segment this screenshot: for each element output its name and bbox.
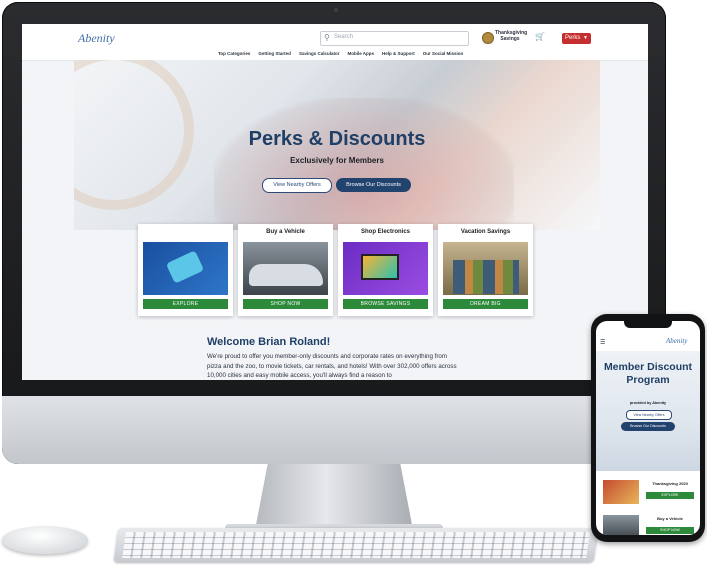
keyboard xyxy=(113,528,599,562)
card-image xyxy=(143,242,228,295)
cart-icon[interactable]: 🛒 xyxy=(535,32,545,41)
nav-help-support[interactable]: Help & Support xyxy=(382,51,415,59)
perks-label: Perks xyxy=(565,35,581,41)
hero-title: Perks & Discounts xyxy=(248,128,426,150)
site-logo[interactable]: Abenity xyxy=(78,31,115,46)
browse-discounts-button[interactable]: Browse Our Discounts xyxy=(336,178,411,192)
dream-big-button[interactable]: DREAM BIG xyxy=(443,299,528,309)
phone-logo[interactable]: Abenity xyxy=(666,337,687,345)
feature-cards: EXPLORE Buy a Vehicle SHOP NOW Shop Elec… xyxy=(138,224,534,318)
view-nearby-offers-button[interactable]: View Nearby Offers xyxy=(262,178,332,193)
smartphone: ☰ Abenity Member Discount Program provid… xyxy=(591,314,705,542)
phone-view-nearby-button[interactable]: View Nearby Offers xyxy=(626,410,672,420)
shop-now-button[interactable]: SHOP NOW xyxy=(243,299,328,309)
card-electronics[interactable]: Shop Electronics BROWSE SAVINGS xyxy=(338,224,433,316)
hero-subtitle: Exclusively for Members xyxy=(290,156,384,165)
nav-mobile-apps[interactable]: Mobile Apps xyxy=(347,51,374,59)
phone-card-title: Buy a Vehicle xyxy=(657,516,683,521)
hero-banner: Perks & Discounts Exclusively for Member… xyxy=(74,60,600,230)
nav-top-categories[interactable]: Top Categories xyxy=(218,51,250,59)
camera xyxy=(334,8,338,12)
browse-savings-button[interactable]: BROWSE SAVINGS xyxy=(343,299,428,309)
chevron-down-icon: ▼ xyxy=(583,35,588,41)
imac-monitor: Abenity ⚲ Search Thanksgiving Savings 🛒 … xyxy=(2,2,666,464)
hamburger-menu-icon[interactable]: ☰ xyxy=(600,339,605,346)
mouse xyxy=(2,526,88,554)
site-header: Abenity ⚲ Search Thanksgiving Savings 🛒 … xyxy=(22,24,648,61)
phone-shop-now-button[interactable]: SHOP NOW xyxy=(646,527,694,534)
thanksgiving-image xyxy=(603,480,639,504)
card-buy-vehicle[interactable]: Buy a Vehicle SHOP NOW xyxy=(238,224,333,316)
phone-title: Member Discount Program xyxy=(603,361,693,386)
search-icon: ⚲ xyxy=(324,33,330,42)
phone-card-title: Thanksgiving 2020 xyxy=(652,481,688,486)
card-title: Buy a Vehicle xyxy=(266,229,305,235)
perks-dropdown[interactable]: Perks ▼ xyxy=(562,33,591,44)
promo-link[interactable]: Thanksgiving Savings xyxy=(495,30,527,42)
vehicle-image xyxy=(603,515,639,535)
nav-social-mission[interactable]: Our Social Mission xyxy=(423,51,464,59)
card-image xyxy=(443,242,528,295)
card-title: Shop Electronics xyxy=(360,229,410,235)
turkey-badge-icon xyxy=(482,32,494,44)
monitor-stand xyxy=(255,464,413,530)
phone-explore-button[interactable]: EXPLORE xyxy=(646,492,694,499)
nav-getting-started[interactable]: Getting Started xyxy=(258,51,291,59)
card-title: Vacation Savings xyxy=(460,229,511,235)
card-image xyxy=(243,242,328,295)
card-vacation[interactable]: Vacation Savings DREAM BIG xyxy=(438,224,533,316)
desktop-screen: Abenity ⚲ Search Thanksgiving Savings 🛒 … xyxy=(22,24,648,380)
monitor-chin xyxy=(2,396,666,464)
main-nav: Top Categories Getting Started Savings C… xyxy=(218,51,463,59)
search-input[interactable]: Search xyxy=(334,34,353,40)
explore-button[interactable]: EXPLORE xyxy=(143,299,228,309)
card-image xyxy=(343,242,428,295)
search-box[interactable]: ⚲ Search xyxy=(320,31,469,46)
phone-subtitle: provided by Abenity xyxy=(629,401,667,405)
phone-screen: ☰ Abenity Member Discount Program provid… xyxy=(596,321,700,535)
nav-savings-calculator[interactable]: Savings Calculator xyxy=(299,51,340,59)
welcome-body: We're proud to offer you member-only dis… xyxy=(207,353,457,379)
card-explore[interactable]: EXPLORE xyxy=(138,224,233,316)
phone-browse-button[interactable]: Browse Our Discounts xyxy=(621,422,675,431)
welcome-heading: Welcome Brian Roland! xyxy=(207,336,331,348)
